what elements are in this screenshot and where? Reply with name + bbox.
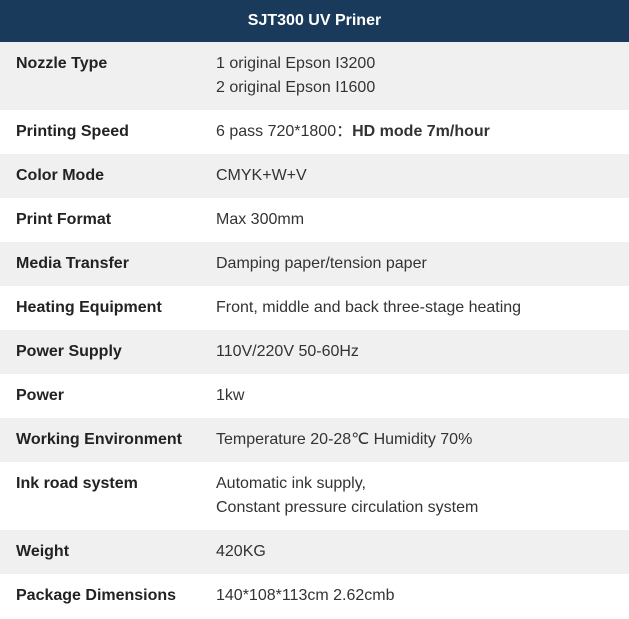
printing-speed-value-prefix: 6 pass 720*1800： <box>216 123 352 140</box>
heating-equipment-label: Heating Equipment <box>0 286 200 330</box>
color-mode-value: CMYK+W+V <box>200 154 629 198</box>
table-row: Ink road system Automatic ink supply, Cons… <box>0 462 629 530</box>
weight-label: Weight <box>0 530 200 574</box>
heating-equipment-value: Front, middle and back three-stage heati… <box>200 286 629 330</box>
nozzle-type-label: Nozzle Type <box>0 42 200 110</box>
power-supply-value: 110V/220V 50-60Hz <box>200 330 629 374</box>
working-environment-value: Temperature 20-28℃ Humidity 70% <box>200 418 629 462</box>
working-environment-label: Working Environment <box>0 418 200 462</box>
media-transfer-value: Damping paper/tension paper <box>200 242 629 286</box>
ink-road-system-value: Automatic ink supply, Constant pressure c… <box>200 462 629 530</box>
nozzle-type-value-line-1: 2 original Epson I1600 <box>216 79 375 96</box>
power-value: 1kw <box>200 374 629 418</box>
table-row: Working EnvironmentTemperature 20-28℃ Hu… <box>0 418 629 462</box>
ink-road-system-value-line-0: Automatic ink supply, <box>216 475 366 492</box>
table-container: SJT300 UV Priner Nozzle Type1 original E… <box>0 0 629 618</box>
table-row: Heating EquipmentFront, middle and back … <box>0 286 629 330</box>
table-row: Power1kw <box>0 374 629 418</box>
table-row: Printing Speed6 pass 720*1800：HD mode 7m… <box>0 110 629 154</box>
table-row: Media TransferDamping paper/tension pape… <box>0 242 629 286</box>
table-row: Nozzle Type 1 original Epson I3200 2 origi… <box>0 42 629 110</box>
power-label: Power <box>0 374 200 418</box>
package-dimensions-label: Package Dimensions <box>0 574 200 618</box>
weight-value: 420KG <box>200 530 629 574</box>
nozzle-type-value-line-0: 1 original Epson I3200 <box>216 55 375 72</box>
table-row: Package Dimensions140*108*113cm 2.62cmb <box>0 574 629 618</box>
power-supply-label: Power Supply <box>0 330 200 374</box>
print-format-value: Max 300mm <box>200 198 629 242</box>
ink-road-system-label: Ink road system <box>0 462 200 530</box>
table-row: Print FormatMax 300mm <box>0 198 629 242</box>
package-dimensions-value: 140*108*113cm 2.62cmb <box>200 574 629 618</box>
media-transfer-label: Media Transfer <box>0 242 200 286</box>
table-row: Color ModeCMYK+W+V <box>0 154 629 198</box>
specs-table: Nozzle Type 1 original Epson I3200 2 origi… <box>0 42 629 618</box>
color-mode-label: Color Mode <box>0 154 200 198</box>
ink-road-system-value-line-1: Constant pressure circulation system <box>216 499 478 516</box>
header-title: SJT300 UV Priner <box>248 12 381 29</box>
table-row: Weight420KG <box>0 530 629 574</box>
printing-speed-value-bold: HD mode 7m/hour <box>352 123 490 140</box>
print-format-label: Print Format <box>0 198 200 242</box>
table-row: Power Supply110V/220V 50-60Hz <box>0 330 629 374</box>
table-header: SJT300 UV Priner <box>0 0 629 42</box>
nozzle-type-value: 1 original Epson I3200 2 original Epson I… <box>200 42 629 110</box>
printing-speed-label: Printing Speed <box>0 110 200 154</box>
printing-speed-value: 6 pass 720*1800：HD mode 7m/hour <box>200 110 629 154</box>
